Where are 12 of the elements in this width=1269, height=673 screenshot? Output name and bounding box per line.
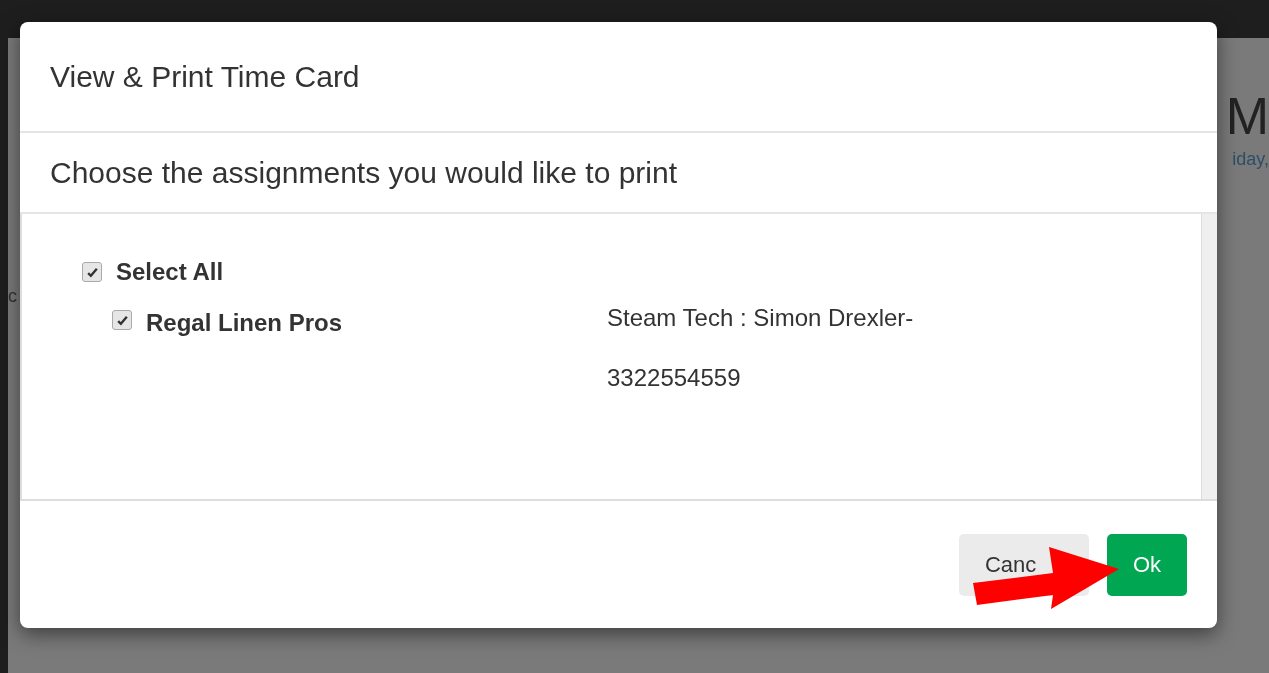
dialog-prompt: Choose the assignments you would like to print (50, 155, 677, 191)
checkmark-icon (115, 313, 129, 327)
checkbox[interactable] (82, 262, 102, 282)
date-text: iday, (1232, 148, 1269, 171)
assignment-name: Regal Linen Pros (146, 310, 343, 336)
checkmark-icon (85, 265, 99, 279)
assignment-detail: Steam Tech : Simon Drexler-3322554559 (607, 303, 915, 393)
side-text: c (8, 285, 17, 308)
page-heading: M (1225, 86, 1269, 146)
select-all-label: Select All (116, 257, 224, 287)
dialog-title: View & Print Time Card (50, 59, 360, 95)
checkbox[interactable] (112, 310, 132, 330)
